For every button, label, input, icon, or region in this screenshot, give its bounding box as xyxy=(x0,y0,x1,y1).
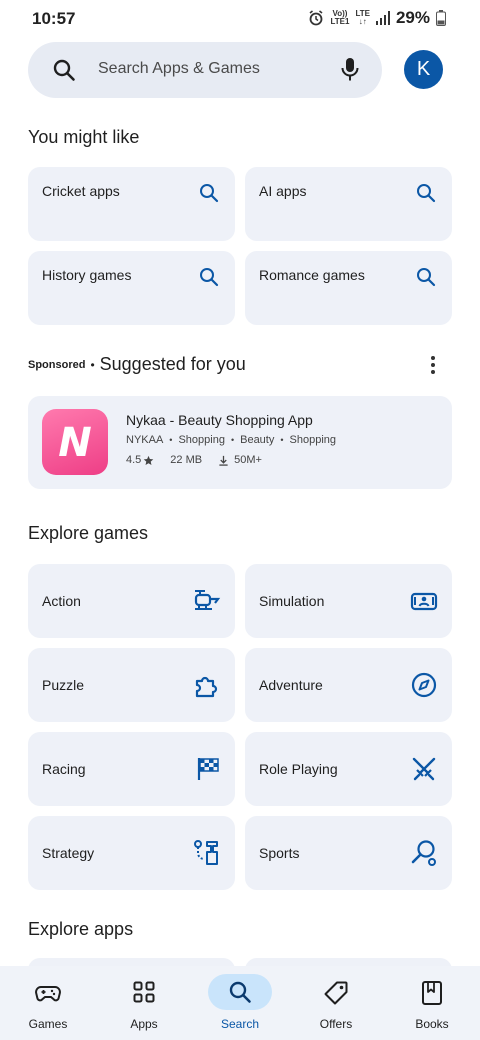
chip-label: History games xyxy=(42,267,132,283)
separator-dot: • xyxy=(169,435,173,445)
search-placeholder[interactable]: Search Apps & Games xyxy=(98,60,260,78)
nav-offers[interactable]: Offers xyxy=(288,966,384,1040)
category-label: Strategy xyxy=(42,845,95,861)
app-tag: Shopping xyxy=(178,434,225,446)
chip-label: AI apps xyxy=(259,183,307,199)
chip-label: Cricket apps xyxy=(42,183,120,199)
app-name: Nykaa - Beauty Shopping App xyxy=(126,412,313,428)
svg-text:N: N xyxy=(58,420,91,466)
sponsored-label: Sponsored xyxy=(28,358,86,371)
star-icon xyxy=(144,455,154,465)
status-icons: Vo)) LTE1 LTE ↓↑ 29% xyxy=(308,8,446,28)
category-racing[interactable]: Racing xyxy=(28,732,235,806)
status-time: 10:57 xyxy=(32,9,76,28)
separator-dot: • xyxy=(280,435,284,445)
crossed-swords-icon xyxy=(410,755,438,788)
category-sports[interactable]: Sports xyxy=(245,816,452,890)
signal-icon xyxy=(375,11,390,25)
apps-grid-icon xyxy=(132,980,156,1009)
app-card-nykaa[interactable]: N Nykaa - Beauty Shopping App NYKAA • Sh… xyxy=(28,396,452,489)
volte-indicator: Vo)) LTE1 xyxy=(330,9,350,26)
suggested-header: Sponsored • Suggested for you xyxy=(28,354,246,375)
category-puzzle[interactable]: Puzzle xyxy=(28,648,235,722)
checkered-flag-icon xyxy=(193,755,221,788)
category-label: Adventure xyxy=(259,677,323,693)
category-label: Racing xyxy=(42,761,86,777)
tag-icon xyxy=(323,980,349,1011)
chip-label: Romance games xyxy=(259,267,365,283)
section-title-suggested: Suggested for you xyxy=(99,354,246,374)
category-adventure[interactable]: Adventure xyxy=(245,648,452,722)
category-simulation[interactable]: Simulation xyxy=(245,564,452,638)
search-bar[interactable]: Search Apps & Games xyxy=(28,42,382,98)
app-developer: NYKAA xyxy=(126,434,164,446)
chip-cricket-apps[interactable]: Cricket apps xyxy=(28,167,235,241)
gamepad-icon xyxy=(35,980,61,1011)
section-title-you-might-like: You might like xyxy=(28,127,140,147)
app-size: 22 MB xyxy=(170,454,203,466)
chip-ai-apps[interactable]: AI apps xyxy=(245,167,452,241)
microphone-icon[interactable] xyxy=(340,57,360,88)
bottom-navigation: Games Apps Search Offers Books xyxy=(0,966,480,1040)
download-icon xyxy=(219,455,228,466)
action-helicopter-icon xyxy=(193,587,221,620)
app-tag: Shopping xyxy=(289,434,337,446)
app-stats: 4.5 22 MB 50M+ xyxy=(126,454,262,466)
search-icon xyxy=(199,183,219,208)
nav-search[interactable]: Search xyxy=(192,966,288,1040)
nav-label: Books xyxy=(415,1017,449,1031)
more-options-icon[interactable] xyxy=(424,354,442,376)
category-strategy[interactable]: Strategy xyxy=(28,816,235,890)
simulation-icon xyxy=(410,587,438,620)
racket-icon xyxy=(410,839,438,872)
category-label: Role Playing xyxy=(259,761,338,777)
category-action[interactable]: Action xyxy=(28,564,235,638)
search-icon xyxy=(52,58,76,87)
nav-label: Search xyxy=(220,1017,260,1031)
strategy-icon xyxy=(193,839,221,872)
nav-apps[interactable]: Apps xyxy=(96,966,192,1040)
nav-games[interactable]: Games xyxy=(0,966,96,1040)
chip-romance-games[interactable]: Romance games xyxy=(245,251,452,325)
search-icon xyxy=(199,267,219,292)
alarm-icon xyxy=(308,10,324,26)
compass-icon xyxy=(410,671,438,704)
search-icon xyxy=(416,267,436,292)
section-title-explore-apps: Explore apps xyxy=(28,919,134,939)
book-icon xyxy=(421,980,443,1011)
chip-history-games[interactable]: History games xyxy=(28,251,235,325)
category-label: Puzzle xyxy=(42,677,85,693)
app-downloads: 50M+ xyxy=(218,454,262,466)
battery-icon xyxy=(436,10,446,26)
category-label: Action xyxy=(42,593,81,609)
status-bar: 10:57 Vo)) LTE1 LTE ↓↑ 29% xyxy=(0,0,480,36)
battery-percent: 29% xyxy=(395,8,430,27)
search-icon xyxy=(416,183,436,208)
nav-label: Offers xyxy=(319,1017,353,1031)
app-meta: NYKAA • Shopping • Beauty • Shopping xyxy=(126,434,336,446)
avatar[interactable]: K xyxy=(404,50,443,89)
nav-label: Apps xyxy=(130,1017,158,1031)
nykaa-app-icon: N xyxy=(42,409,108,475)
separator-dot: • xyxy=(230,435,235,445)
app-tag: Beauty xyxy=(240,434,275,446)
section-title-explore-games: Explore games xyxy=(28,523,149,543)
category-label: Simulation xyxy=(259,593,325,609)
category-role-playing[interactable]: Role Playing xyxy=(245,732,452,806)
separator-dot: • xyxy=(90,357,95,372)
lte-indicator: LTE ↓↑ xyxy=(355,9,370,26)
app-rating: 4.5 xyxy=(126,454,154,466)
puzzle-icon xyxy=(193,671,221,704)
nav-books[interactable]: Books xyxy=(384,966,480,1040)
nav-label: Games xyxy=(28,1017,68,1031)
search-icon xyxy=(228,980,252,1009)
category-label: Sports xyxy=(259,845,300,861)
